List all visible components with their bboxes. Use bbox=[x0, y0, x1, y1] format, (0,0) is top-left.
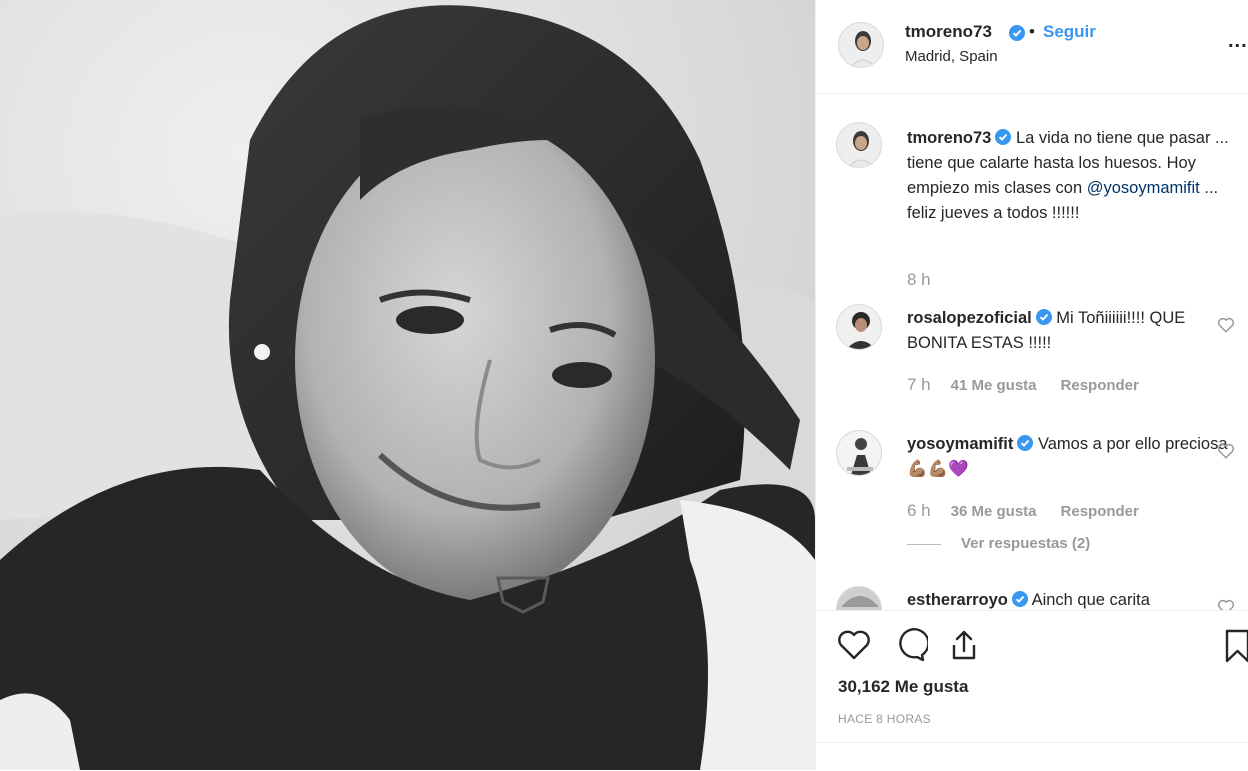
bookmark-icon[interactable] bbox=[1224, 627, 1248, 663]
comment-meta: 7 h 41 Me gusta Responder bbox=[907, 375, 1163, 395]
view-replies-label: Ver respuestas (2) bbox=[961, 535, 1091, 552]
caption-username[interactable]: tmoreno73 bbox=[907, 129, 991, 147]
reply-button[interactable]: Responder bbox=[1061, 503, 1139, 520]
comment-icon[interactable] bbox=[892, 627, 928, 663]
caption-meta: 8 h bbox=[907, 270, 951, 290]
comment-username[interactable]: rosalopezoficial bbox=[907, 309, 1032, 327]
comment-time[interactable]: 6 h bbox=[907, 501, 931, 520]
heart-icon[interactable] bbox=[1217, 442, 1235, 460]
comment-likes[interactable]: 41 Me gusta bbox=[951, 377, 1037, 394]
heart-icon[interactable] bbox=[1217, 316, 1235, 334]
post-header: tmoreno73 • Seguir Madrid, Spain ... bbox=[816, 0, 1248, 94]
follow-button[interactable]: Seguir bbox=[1043, 22, 1096, 42]
verified-badge-icon bbox=[1035, 309, 1052, 325]
caption-mention[interactable]: @yosoymamifit bbox=[1087, 179, 1200, 197]
verified-badge-icon bbox=[1017, 435, 1034, 451]
comment-username[interactable]: estherarroyo bbox=[907, 591, 1008, 609]
post-side-panel: tmoreno73 • Seguir Madrid, Spain ... tmo… bbox=[815, 0, 1248, 770]
comment-meta: 6 h 36 Me gusta Responder bbox=[907, 501, 1163, 521]
post-photo[interactable] bbox=[0, 0, 815, 770]
comment-text: yosoymamifit Vamos a por ello preciosa💪🏽… bbox=[907, 432, 1232, 482]
reply-button[interactable]: Responder bbox=[1061, 377, 1139, 394]
likes-count[interactable]: 30,162 Me gusta bbox=[838, 677, 968, 697]
caption-text: tmoreno73 La vida no tiene que pasar ...… bbox=[907, 126, 1232, 226]
avatar-image bbox=[837, 123, 881, 167]
more-options-icon[interactable]: ... bbox=[1228, 30, 1248, 53]
comment-likes[interactable]: 36 Me gusta bbox=[951, 503, 1037, 520]
verified-badge-icon bbox=[995, 129, 1012, 145]
heart-icon[interactable] bbox=[836, 627, 872, 663]
avatar-image bbox=[837, 305, 881, 349]
post-actions: 30,162 Me gusta HACE 8 HORAS bbox=[816, 610, 1248, 771]
comment-text: rosalopezoficial Mi Toñiiiiii!!!! QUE BO… bbox=[907, 306, 1232, 356]
caption-avatar[interactable] bbox=[836, 122, 882, 168]
comment-avatar[interactable] bbox=[836, 430, 882, 476]
heart-icon[interactable] bbox=[1217, 598, 1235, 610]
view-replies-button[interactable]: Ver respuestas (2) bbox=[907, 535, 1090, 552]
share-icon[interactable] bbox=[946, 627, 982, 663]
author-username[interactable]: tmoreno73 bbox=[905, 22, 992, 42]
author-avatar[interactable] bbox=[838, 22, 884, 68]
comment-avatar[interactable] bbox=[836, 586, 882, 610]
comment-avatar[interactable] bbox=[836, 304, 882, 350]
avatar-image bbox=[839, 23, 883, 67]
selfie-image bbox=[0, 0, 815, 770]
verified-badge-icon bbox=[1005, 25, 1025, 44]
comments-list[interactable]: tmoreno73 La vida no tiene que pasar ...… bbox=[816, 94, 1248, 610]
separator-dot: • bbox=[1029, 22, 1035, 41]
avatar-image bbox=[837, 431, 881, 475]
comment-username[interactable]: yosoymamifit bbox=[907, 435, 1013, 453]
post-location[interactable]: Madrid, Spain bbox=[905, 48, 998, 65]
comment-text: estherarroyo Ainch que carita bbox=[907, 588, 1232, 610]
comment-time[interactable]: 7 h bbox=[907, 375, 931, 394]
replies-divider bbox=[907, 543, 941, 545]
verified-badge-icon bbox=[1011, 591, 1028, 607]
avatar-image bbox=[837, 587, 881, 610]
post-timestamp[interactable]: HACE 8 HORAS bbox=[838, 712, 931, 726]
comment-body: Ainch que carita bbox=[1031, 591, 1150, 609]
caption-time[interactable]: 8 h bbox=[907, 270, 931, 289]
divider bbox=[816, 742, 1248, 743]
